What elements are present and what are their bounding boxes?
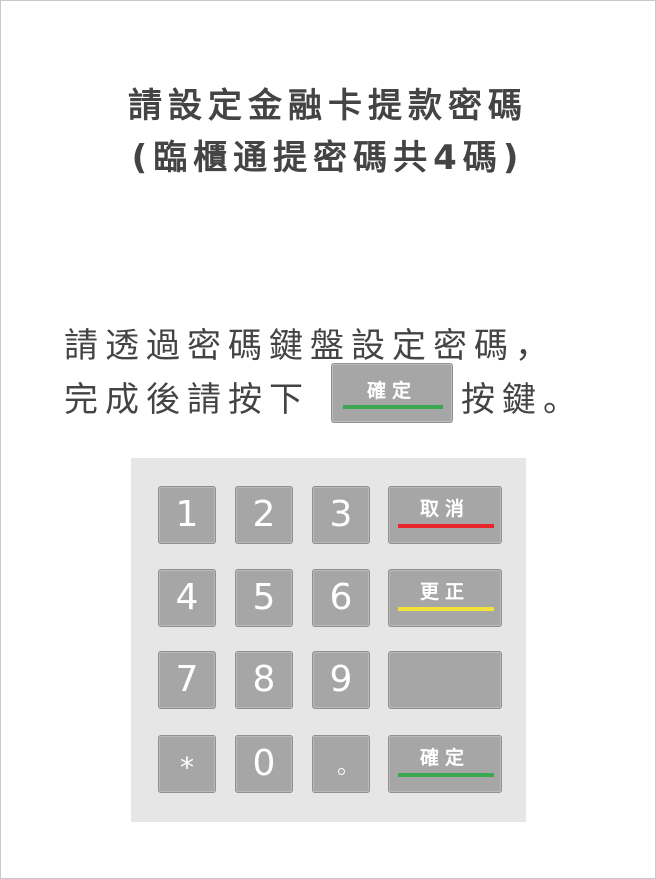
dot-icon [337,768,345,775]
confirm-key-bar [398,773,494,777]
star-key-label: * [180,751,194,784]
instruction-line-2-prefix: 完成後請按下 [64,380,310,420]
key-2[interactable]: 2 [235,486,293,544]
inline-confirm-key-illustration: 確定 [331,363,453,423]
key-9[interactable]: 9 [312,651,370,709]
dot-key[interactable] [312,735,370,793]
confirm-key-label: 確定 [419,747,470,769]
key-4[interactable]: 4 [158,569,216,627]
key-1[interactable]: 1 [158,486,216,544]
key-3[interactable]: 3 [312,486,370,544]
instruction-line-2-suffix: 按鍵。 [461,380,584,420]
inline-confirm-key-bar [343,405,443,409]
blank-key[interactable] [388,651,502,709]
inline-confirm-key-label: 確定 [366,380,417,402]
page-title: 請設定金融卡提款密碼 [128,86,528,126]
page-subtitle: (臨櫃通提密碼共4碼) [131,138,525,178]
confirm-key[interactable]: 確定 [388,735,502,793]
cancel-key-label: 取消 [419,498,470,520]
correct-key-bar [398,607,494,611]
cancel-key[interactable]: 取消 [388,486,502,544]
key-5[interactable]: 5 [235,569,293,627]
key-6[interactable]: 6 [312,569,370,627]
pin-pad: 1 2 3 取消 4 5 6 更正 7 8 9 * 0 確定 [131,458,526,822]
cancel-key-bar [398,524,494,528]
star-key[interactable]: * [158,735,216,793]
key-8[interactable]: 8 [235,651,293,709]
key-0[interactable]: 0 [235,735,293,793]
key-7[interactable]: 7 [158,651,216,709]
instruction-line-1: 請透過密碼鍵盤設定密碼， [64,326,556,366]
correct-key[interactable]: 更正 [388,569,502,627]
correct-key-label: 更正 [419,581,470,603]
